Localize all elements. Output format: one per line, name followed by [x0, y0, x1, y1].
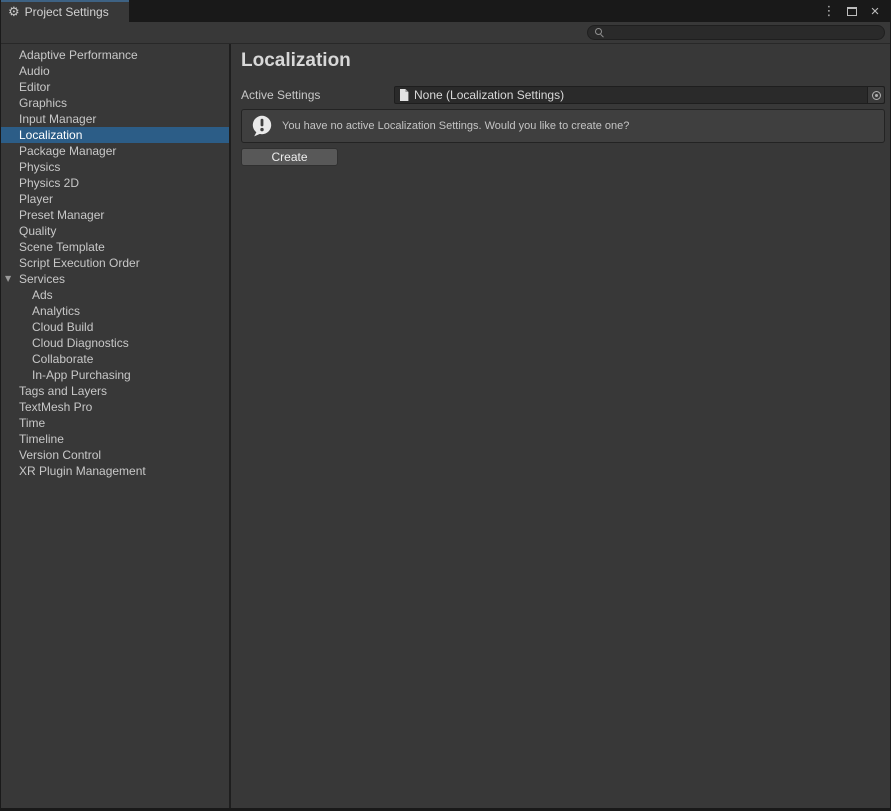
foldout-triangle-icon[interactable]: ▼	[5, 275, 11, 283]
sidebar-item-label: Timeline	[19, 432, 64, 446]
sidebar-item-label: Package Manager	[19, 144, 116, 158]
active-settings-label: Active Settings	[241, 88, 394, 102]
create-button[interactable]: Create	[241, 148, 338, 166]
sidebar-item-in-app-purchasing[interactable]: In-App Purchasing	[1, 367, 229, 383]
project-settings-window: ⚙ Project Settings ⋮ × Adaptive Performa…	[0, 0, 891, 811]
main-panel: Localization Active Settings None (Local…	[231, 44, 890, 808]
sidebar-item-label: Editor	[19, 80, 50, 94]
sidebar-item-label: Services	[19, 272, 65, 286]
sidebar-item-label: Ads	[32, 288, 53, 302]
page-title: Localization	[241, 51, 885, 71]
sidebar-item-label: Localization	[19, 128, 82, 142]
kebab-menu-icon[interactable]: ⋮	[822, 3, 836, 19]
sidebar-item-cloud-build[interactable]: Cloud Build	[1, 319, 229, 335]
gear-icon: ⚙	[8, 6, 20, 19]
sidebar-item-label: Physics 2D	[19, 176, 79, 190]
sidebar-item-label: Physics	[19, 160, 60, 174]
window-controls: ⋮ ×	[822, 0, 890, 22]
sidebar-item-label: Script Execution Order	[19, 256, 140, 270]
toolbar	[1, 22, 890, 44]
close-icon[interactable]: ×	[868, 3, 882, 19]
sidebar-item-input-manager[interactable]: Input Manager	[1, 111, 229, 127]
sidebar-item-label: Tags and Layers	[19, 384, 107, 398]
document-icon	[399, 89, 409, 101]
sidebar-item-tags-and-layers[interactable]: Tags and Layers	[1, 383, 229, 399]
sidebar-item-label: Quality	[19, 224, 56, 238]
sidebar-item-physics-2d[interactable]: Physics 2D	[1, 175, 229, 191]
search-input[interactable]	[609, 27, 877, 39]
maximize-icon[interactable]	[845, 3, 859, 19]
content: Adaptive Performance Audio Editor Graphics I…	[1, 44, 890, 808]
sidebar-item-label: Preset Manager	[19, 208, 104, 222]
active-settings-row: Active Settings None (Localization Setti…	[241, 86, 885, 104]
object-field-value: None (Localization Settings)	[414, 88, 867, 102]
search-field[interactable]	[587, 25, 885, 40]
sidebar-item-collaborate[interactable]: Collaborate	[1, 351, 229, 367]
sidebar-item-version-control[interactable]: Version Control	[1, 447, 229, 463]
settings-category-list: Adaptive Performance Audio Editor Graphics I…	[1, 44, 231, 808]
sidebar-item-label: Adaptive Performance	[19, 48, 138, 62]
sidebar-item-ads[interactable]: Ads	[1, 287, 229, 303]
sidebar-item-script-execution-order[interactable]: Script Execution Order	[1, 255, 229, 271]
sidebar-item-label: In-App Purchasing	[32, 368, 131, 382]
tab-project-settings[interactable]: ⚙ Project Settings	[1, 0, 129, 22]
helpbox: You have no active Localization Settings…	[241, 109, 885, 143]
sidebar-item-player[interactable]: Player	[1, 191, 229, 207]
sidebar-item-textmesh-pro[interactable]: TextMesh Pro	[1, 399, 229, 415]
search-icon	[595, 28, 605, 38]
object-picker-button[interactable]	[867, 87, 884, 103]
target-picker-icon	[872, 91, 881, 100]
sidebar-item-editor[interactable]: Editor	[1, 79, 229, 95]
sidebar-item-timeline[interactable]: Timeline	[1, 431, 229, 447]
sidebar-item-label: TextMesh Pro	[19, 400, 92, 414]
sidebar-item-label: Cloud Build	[32, 320, 93, 334]
sidebar-item-label: Cloud Diagnostics	[32, 336, 129, 350]
sidebar-item-label: Graphics	[19, 96, 67, 110]
sidebar-item-quality[interactable]: Quality	[1, 223, 229, 239]
sidebar-item-graphics[interactable]: Graphics	[1, 95, 229, 111]
sidebar-item-scene-template[interactable]: Scene Template	[1, 239, 229, 255]
active-settings-object-field[interactable]: None (Localization Settings)	[394, 86, 885, 104]
sidebar-item-cloud-diagnostics[interactable]: Cloud Diagnostics	[1, 335, 229, 351]
sidebar-item-label: Scene Template	[19, 240, 105, 254]
sidebar-item-adaptive-performance[interactable]: Adaptive Performance	[1, 47, 229, 63]
sidebar-item-analytics[interactable]: Analytics	[1, 303, 229, 319]
sidebar-item-preset-manager[interactable]: Preset Manager	[1, 207, 229, 223]
helpbox-text: You have no active Localization Settings…	[282, 120, 629, 132]
sidebar-item-localization[interactable]: Localization	[1, 127, 229, 143]
sidebar-item-services[interactable]: ▼ Services	[1, 271, 229, 287]
info-bubble-icon	[250, 114, 274, 138]
sidebar-item-audio[interactable]: Audio	[1, 63, 229, 79]
sidebar-item-physics[interactable]: Physics	[1, 159, 229, 175]
sidebar-item-label: Collaborate	[32, 352, 93, 366]
maximize-box-glyph	[847, 7, 857, 16]
sidebar-item-label: Analytics	[32, 304, 80, 318]
sidebar-item-label: Input Manager	[19, 112, 96, 126]
titlebar: ⚙ Project Settings ⋮ ×	[1, 0, 890, 22]
sidebar-item-package-manager[interactable]: Package Manager	[1, 143, 229, 159]
sidebar-item-label: Time	[19, 416, 45, 430]
sidebar-item-label: Version Control	[19, 448, 101, 462]
sidebar-item-label: Audio	[19, 64, 50, 78]
sidebar-item-time[interactable]: Time	[1, 415, 229, 431]
sidebar-item-label: Player	[19, 192, 53, 206]
tab-title: Project Settings	[25, 5, 109, 19]
sidebar-item-label: XR Plugin Management	[19, 464, 146, 478]
sidebar-item-xr-plugin-management[interactable]: XR Plugin Management	[1, 463, 229, 479]
